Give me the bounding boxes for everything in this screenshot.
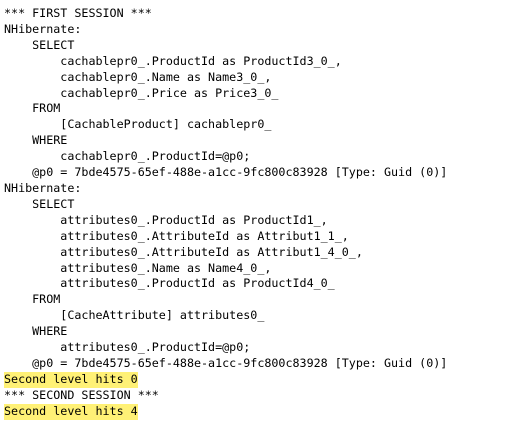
console-line-column-productid: cachablepr0_.ProductId as ProductId3_0_,: [4, 53, 342, 68]
highlighted-text: Second level hits 0: [4, 371, 138, 388]
console-line-attr-productid-2: attributes0_.ProductId as ProductId4_0_: [4, 276, 335, 291]
console-line-attr-productid: attributes0_.ProductId as ProductId1_,: [4, 212, 328, 227]
console-line-second-level-hits-second: Second level hits 4: [4, 403, 516, 420]
console-line-nhibernate-2: NHibernate:: [4, 180, 82, 195]
console-line-from-2: FROM: [4, 292, 61, 307]
console-output: *** FIRST SESSION *** NHibernate: SELECT…: [0, 0, 516, 429]
console-line-from-1: FROM: [4, 101, 61, 116]
console-line-attr-attributeid-2: attributes0_.AttributeId as Attribut1_4_…: [4, 244, 363, 259]
console-line-attr-attributeid-1: attributes0_.AttributeId as Attribut1_1_…: [4, 228, 349, 243]
console-line-where-2: WHERE: [4, 324, 68, 339]
console-line-select-1: SELECT: [4, 37, 75, 52]
highlighted-text: Second level hits 4: [4, 403, 138, 420]
console-line-param-2: @p0 = 7bde4575-65ef-488e-a1cc-9fc800c839…: [4, 355, 448, 370]
console-line-select-2: SELECT: [4, 196, 75, 211]
console-line-second-level-hits-first: Second level hits 0: [4, 371, 516, 388]
console-line-condition-1: cachablepr0_.ProductId=@p0;: [4, 149, 251, 164]
console-line-nhibernate-1: NHibernate:: [4, 21, 82, 36]
console-line-where-1: WHERE: [4, 133, 68, 148]
console-line-column-name: cachablepr0_.Name as Name3_0_,: [4, 69, 272, 84]
console-line-second-session-header: *** SECOND SESSION ***: [4, 387, 159, 402]
console-line-table-cacheattribute: [CacheAttribute] attributes0_: [4, 308, 265, 323]
console-line-table-cachableproduct: [CachableProduct] cachablepr0_: [4, 117, 272, 132]
console-line-attr-name: attributes0_.Name as Name4_0_,: [4, 260, 272, 275]
console-line-condition-2: attributes0_.ProductId=@p0;: [4, 340, 251, 355]
console-line-first-session-header: *** FIRST SESSION ***: [4, 6, 152, 20]
console-line-param-1: @p0 = 7bde4575-65ef-488e-a1cc-9fc800c839…: [4, 165, 448, 180]
console-line-column-price: cachablepr0_.Price as Price3_0_: [4, 85, 279, 100]
